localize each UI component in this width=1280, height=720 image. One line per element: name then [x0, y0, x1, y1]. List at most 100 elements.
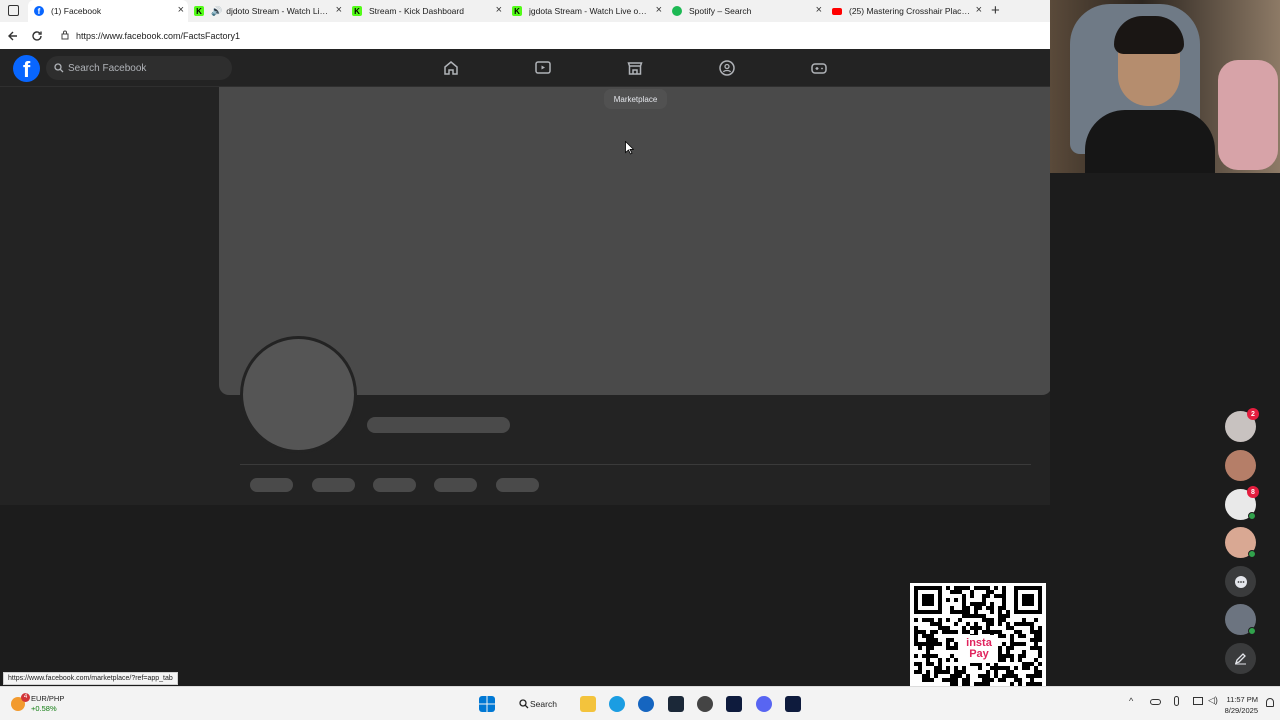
qr-module: [1034, 658, 1038, 662]
groups-icon[interactable]: [718, 59, 736, 77]
gaming-icon[interactable]: [810, 59, 828, 77]
profile-tab-placeholder: [312, 478, 355, 492]
close-tab-icon[interactable]: ×: [816, 4, 822, 16]
kick-icon: K: [194, 6, 204, 16]
qr-module: [926, 654, 930, 658]
close-tab-icon[interactable]: ×: [178, 4, 184, 16]
search-input[interactable]: Search Facebook: [46, 56, 232, 80]
close-tab-icon[interactable]: ×: [656, 4, 662, 16]
ticker-name: EUR/PHP: [31, 694, 65, 703]
messenger-button[interactable]: [1225, 566, 1256, 597]
qr-module: [926, 618, 930, 622]
tray-overflow-icon[interactable]: ^: [1129, 696, 1133, 706]
qr-module: [982, 586, 986, 590]
chat-head[interactable]: [1225, 450, 1256, 481]
windows-taskbar: 4 EUR/PHP +0.58% Search ^ ◁) 11:57 PM 8/…: [0, 686, 1280, 720]
close-tab-icon[interactable]: ×: [976, 4, 982, 16]
chat-bubble-icon: [1234, 575, 1247, 588]
qr-module: [986, 678, 990, 682]
qr-module: [1010, 674, 1014, 678]
home-icon[interactable]: [442, 59, 460, 77]
qr-module: [922, 642, 926, 646]
currency-widget[interactable]: 4 EUR/PHP +0.58%: [7, 693, 65, 714]
streamer-hair: [1114, 16, 1184, 54]
qr-module: [1010, 642, 1014, 646]
tab-title: (1) Facebook: [51, 6, 102, 16]
qr-module: [1014, 622, 1018, 626]
tab-kick-dashboard[interactable]: K Stream - Kick Dashboard ×: [346, 0, 506, 22]
tab-facebook[interactable]: f (1) Facebook ×: [28, 0, 188, 22]
notification-bell-icon[interactable]: [1266, 698, 1274, 707]
qr-module: [982, 594, 986, 598]
qr-module: [1030, 662, 1034, 666]
qr-module: [930, 642, 934, 646]
windows-start-icon[interactable]: [479, 696, 495, 712]
chat-head[interactable]: 8: [1225, 486, 1259, 520]
qr-module: [970, 626, 974, 630]
qr-module: [946, 670, 950, 674]
qr-module: [954, 674, 958, 678]
close-tab-icon[interactable]: ×: [336, 4, 342, 16]
qr-module: [926, 646, 930, 650]
video-icon[interactable]: [534, 59, 552, 77]
reload-icon[interactable]: [31, 30, 43, 42]
address-field[interactable]: https://www.facebook.com/FactsFactory1: [58, 25, 1038, 46]
page-lower-area: [0, 505, 1050, 686]
taskbar-search[interactable]: Search: [508, 694, 564, 714]
qr-module: [974, 622, 978, 626]
qr-module: [938, 642, 942, 646]
qr-module: [986, 622, 990, 626]
speaker-icon[interactable]: 🔊: [211, 6, 222, 17]
qr-module: [914, 642, 918, 646]
tab-djdoto[interactable]: K 🔊 djdoto Stream - Watch Live on Kick ×: [188, 0, 346, 22]
sidebar-toggle-icon[interactable]: [8, 5, 19, 16]
tab-jgdota[interactable]: K jgdota Stream - Watch Live on Kick ×: [506, 0, 666, 22]
obs-icon[interactable]: [697, 696, 713, 712]
discord-icon[interactable]: [756, 696, 772, 712]
taskbar-search-label: Search: [530, 699, 557, 709]
site-info-icon[interactable]: [60, 30, 70, 40]
edge-browser-icon[interactable]: [609, 696, 625, 712]
volume-icon[interactable]: ◁): [1208, 695, 1218, 706]
qr-module: [990, 630, 994, 634]
qr-module: [930, 634, 934, 638]
qr-module: [1002, 598, 1006, 602]
qr-module: [966, 614, 970, 618]
tab-spotify[interactable]: Spotify – Search ×: [666, 0, 826, 22]
steam-icon[interactable]: [668, 696, 684, 712]
app-icon[interactable]: [785, 696, 801, 712]
file-explorer-icon[interactable]: [580, 696, 596, 712]
qr-module: [958, 590, 962, 594]
tab-youtube[interactable]: (25) Mastering Crosshair Placement ×: [826, 0, 986, 22]
microphone-icon[interactable]: [1174, 696, 1179, 706]
system-clock[interactable]: 11:57 PM 8/29/2025: [1225, 694, 1258, 716]
onedrive-icon[interactable]: [1150, 699, 1161, 705]
qr-module: [930, 678, 934, 682]
app-icon[interactable]: [726, 696, 742, 712]
close-tab-icon[interactable]: ×: [496, 4, 502, 16]
qr-module: [914, 618, 918, 622]
display-icon[interactable]: [1193, 697, 1203, 705]
qr-module: [970, 594, 974, 598]
facebook-logo[interactable]: f: [13, 55, 40, 82]
qr-module: [1022, 654, 1026, 658]
qr-module: [962, 610, 966, 614]
qr-module: [954, 598, 958, 602]
new-message-button[interactable]: [1225, 643, 1256, 674]
new-tab-button[interactable]: +: [991, 2, 1000, 19]
tab-title: jgdota Stream - Watch Live on Kick: [529, 6, 662, 16]
app-icon[interactable]: [638, 696, 654, 712]
chat-head[interactable]: [1225, 527, 1256, 558]
qr-module: [1002, 614, 1006, 618]
back-icon[interactable]: [7, 30, 19, 42]
qr-module: [950, 654, 954, 658]
qr-module: [934, 674, 938, 678]
cover-photo-placeholder: [219, 87, 1052, 395]
qr-module: [994, 586, 998, 590]
qr-module: [974, 606, 978, 610]
chat-head[interactable]: 2: [1225, 408, 1259, 442]
chat-head[interactable]: [1225, 604, 1256, 635]
qr-module: [974, 626, 978, 630]
qr-module: [998, 610, 1002, 614]
marketplace-icon[interactable]: [626, 59, 644, 77]
